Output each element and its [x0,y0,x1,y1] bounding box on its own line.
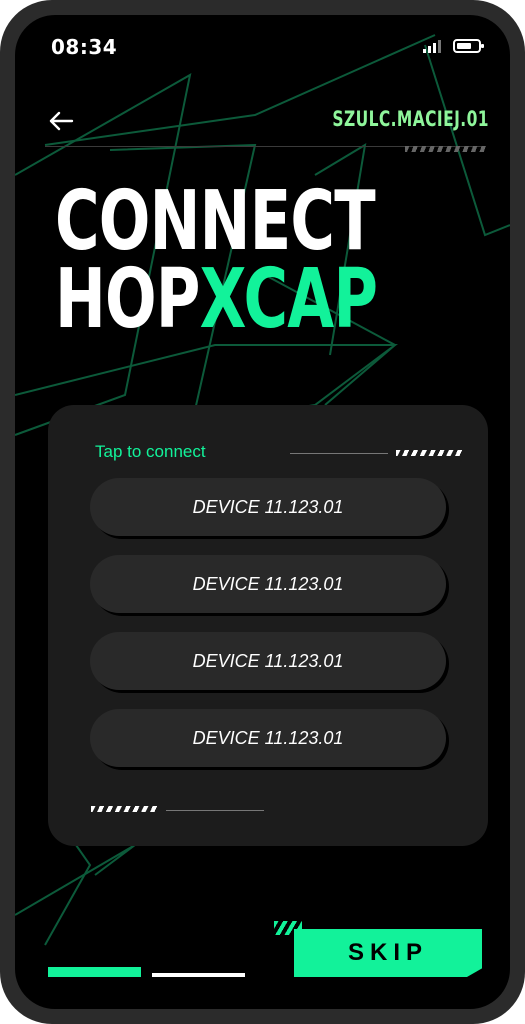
skip-button[interactable]: SKIP [274,921,482,977]
card-stripes-top [396,450,464,456]
signal-icon [423,39,441,53]
status-bar: 08:34 [51,35,484,65]
title-line-2: HOPXCAP [55,259,378,341]
header-stripes [405,146,487,152]
page-title: CONNECT HOPXCAP [55,174,378,341]
device-label: DEVICE 11.123.01 [192,496,344,517]
device-button[interactable]: DEVICE 11.123.01 [90,478,446,536]
device-button[interactable]: DEVICE 11.123.01 [90,632,446,690]
app-screen: 08:34 SZULC.MACIEJ.01 CONNECT HOPXCAP Ta… [15,15,510,1009]
device-label: DEVICE 11.123.01 [192,727,344,748]
title-line-2-plain: HOP [55,252,200,347]
status-icons [423,39,484,53]
card-stripes-bottom [91,806,159,812]
onboarding-step-active [48,967,141,977]
device-label: DEVICE 11.123.01 [192,573,344,594]
arrow-left-icon[interactable] [48,111,74,131]
skip-label: SKIP [347,939,428,966]
title-line-1: CONNECT [55,174,376,269]
phone-mockup: 08:34 SZULC.MACIEJ.01 CONNECT HOPXCAP Ta… [0,0,525,1024]
status-time: 08:34 [51,35,118,59]
onboarding-step-inactive [152,973,245,977]
device-button[interactable]: DEVICE 11.123.01 [90,709,446,767]
device-list-card: Tap to connect DEVICE 11.123.01 DEVICE 1… [48,405,488,846]
connect-prompt: Tap to connect [95,442,206,461]
device-label: DEVICE 11.123.01 [192,650,344,671]
card-divider-top [290,453,388,454]
card-divider-bottom [166,810,264,811]
device-button[interactable]: DEVICE 11.123.01 [90,555,446,613]
username: SZULC.MACIEJ.01 [332,107,489,131]
battery-icon [453,39,484,53]
title-line-2-accent: XCAP [199,252,378,347]
